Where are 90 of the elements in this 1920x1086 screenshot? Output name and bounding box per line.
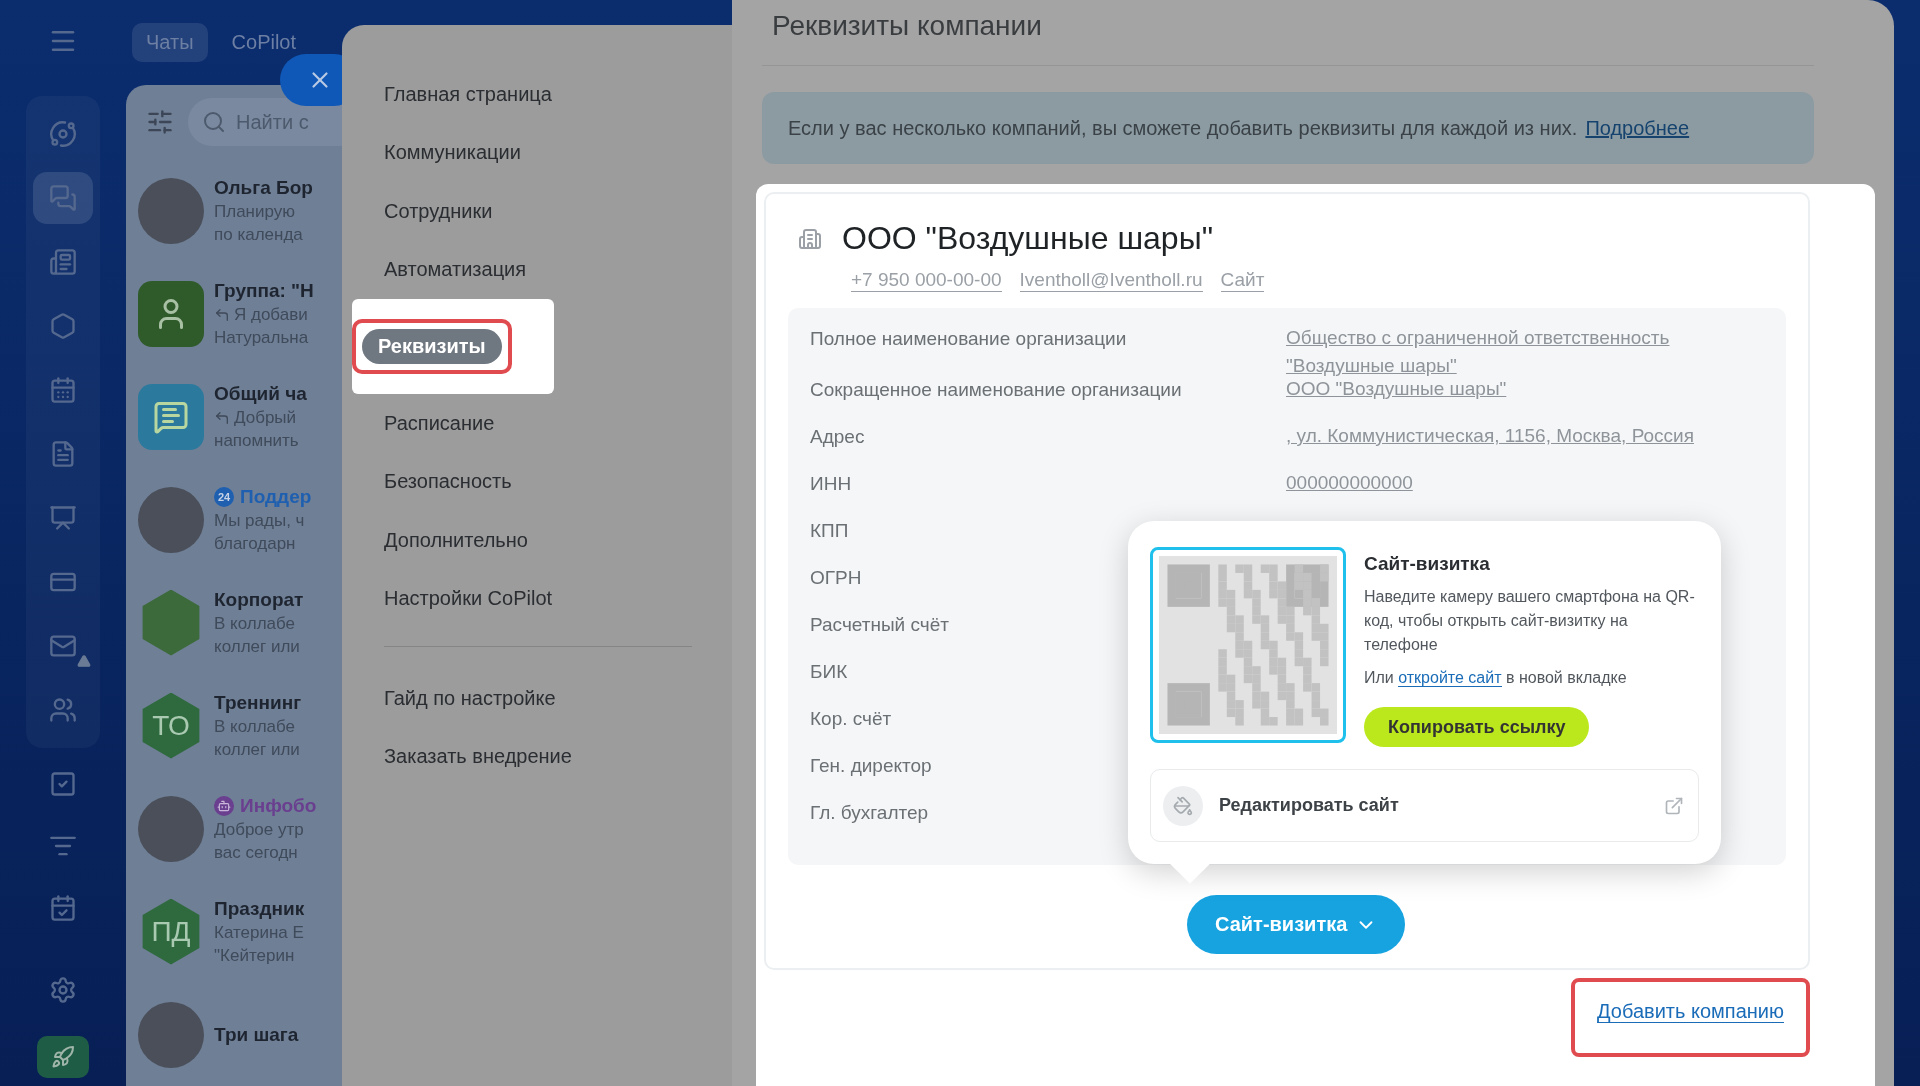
open-site-text: Или откройте сайт в новой вкладке bbox=[1364, 669, 1628, 688]
open-site-link[interactable]: откройте сайт bbox=[1398, 669, 1502, 688]
menu-item[interactable]: Расписание bbox=[342, 394, 732, 453]
chat-preview: Доброе утр bbox=[214, 819, 305, 840]
menu-item[interactable]: Реквизиты bbox=[362, 329, 502, 364]
detail-label: Гл. бухгалтер bbox=[810, 802, 929, 825]
chat-preview: Планирую bbox=[214, 201, 296, 222]
menu-item[interactable]: Сотрудники bbox=[342, 182, 732, 241]
chat-preview: В коллабе bbox=[214, 716, 297, 737]
copy-link-button[interactable]: Копировать ссылку bbox=[1364, 707, 1590, 748]
detail-value[interactable]: 000000000000 bbox=[1286, 469, 1746, 497]
detail-label: КПП bbox=[810, 520, 849, 543]
chat-name: Группа: "Н bbox=[214, 279, 314, 302]
menu-item[interactable]: Настройки CoPilot bbox=[342, 569, 732, 628]
chat-preview: Катерина Е bbox=[214, 922, 305, 943]
filter-sliders-icon[interactable] bbox=[146, 108, 174, 136]
detail-label: ОГРН bbox=[810, 567, 862, 590]
chat-preview: Добрый bbox=[214, 407, 307, 428]
chat-item[interactable]: Общий ча Добрый напомнить bbox=[126, 365, 342, 468]
chat-item[interactable]: Группа: "Н Я добави Натуральна bbox=[126, 262, 342, 365]
detail-label: Полное наименование организации bbox=[810, 328, 1127, 350]
external-link-icon[interactable] bbox=[1664, 795, 1684, 816]
detail-label: БИК bbox=[810, 661, 848, 684]
site-button[interactable]: Сайт-визитка bbox=[1187, 895, 1406, 955]
chat-preview: Натуральна bbox=[214, 327, 310, 348]
building-icon bbox=[798, 226, 822, 251]
chat-preview: "Кейтерин bbox=[214, 945, 296, 966]
chat-item[interactable]: Три шага bbox=[126, 983, 342, 1086]
rocket-button[interactable] bbox=[37, 1036, 89, 1078]
menu-item[interactable]: Безопасность bbox=[342, 452, 732, 511]
add-company-link[interactable]: Добавить компанию bbox=[1597, 1000, 1784, 1024]
chat-name: Поддер bbox=[240, 485, 312, 508]
menu-item[interactable]: Автоматизация bbox=[342, 240, 732, 299]
chat-name: Праздник bbox=[214, 897, 305, 920]
chat-preview: В коллабе bbox=[214, 613, 297, 634]
edit-site-label: Редактировать сайт bbox=[1219, 795, 1400, 817]
chat-item[interactable]: ПД Праздник Катерина Е "Кейтерин bbox=[126, 880, 342, 983]
chat-name: Три шага bbox=[214, 1023, 299, 1046]
chat-preview: коллег или bbox=[214, 739, 301, 760]
chat-item[interactable]: Корпорат В коллабе коллег или bbox=[126, 571, 342, 674]
chat-preview: вас сегодн bbox=[214, 842, 299, 863]
banner-text: Если у вас несколько компаний, вы сможете добавить реквизиты для каждой из них. Подробнее bbox=[788, 116, 1690, 140]
rocket-icon bbox=[51, 1045, 75, 1069]
menu-item[interactable]: Коммуникации bbox=[342, 123, 732, 182]
chat-preview: коллег или bbox=[214, 636, 301, 657]
reply-arrow-icon bbox=[214, 409, 230, 426]
detail-label: Адрес bbox=[810, 426, 865, 449]
chat-item[interactable]: 24 Поддер Мы рады, ч благодарн bbox=[126, 468, 342, 571]
menu-link[interactable]: Гайд по настройке bbox=[342, 669, 732, 728]
detail-label: Ген. директор bbox=[810, 755, 932, 778]
popover-text: Наведите камеру вашего смартфона на QR-код, чтобы открыть сайт-визитку на телефоне bbox=[1364, 587, 1696, 656]
detail-label: Кор. счёт bbox=[810, 708, 892, 731]
chat-item[interactable]: ТО Треннинг В коллабе коллег или bbox=[126, 674, 342, 777]
contact-link[interactable]: +7 950 000-00-00 bbox=[851, 269, 1002, 292]
menu-link[interactable]: Заказать внедрение bbox=[342, 727, 732, 786]
contact-link[interactable]: Iventholl@Iventholl.ru bbox=[1019, 269, 1203, 292]
bot-icon bbox=[214, 795, 234, 816]
chat-preview: Я добави bbox=[214, 304, 314, 325]
contact-link[interactable]: Сайт bbox=[1220, 269, 1265, 292]
company-name: ООО "Воздушные шары" bbox=[842, 220, 1213, 257]
chat-preview: напомнить bbox=[214, 430, 300, 451]
page-title: Реквизиты компании bbox=[772, 10, 1042, 42]
popover-title: Сайт-визитка bbox=[1364, 553, 1491, 576]
group-avatar bbox=[138, 280, 204, 347]
tab[interactable]: CoPilot bbox=[217, 23, 311, 62]
chat-name: Ольга Бор bbox=[214, 176, 313, 199]
chat-name: Инфобо bbox=[240, 794, 317, 817]
chat-name: Треннинг bbox=[214, 691, 302, 714]
more-link[interactable]: Подробнее bbox=[1585, 116, 1690, 139]
chat-bubbles-icon[interactable] bbox=[33, 172, 93, 224]
detail-label: ИНН bbox=[810, 473, 852, 496]
chat-name: Корпорат bbox=[214, 588, 304, 611]
detail-value[interactable]: , ул. Коммунистическая, 1156, Москва, Россия bbox=[1286, 422, 1746, 450]
edit-site-row[interactable]: Редактировать сайт bbox=[1150, 769, 1699, 843]
detail-label: Расчетный счёт bbox=[810, 614, 949, 637]
reply-arrow-icon bbox=[214, 306, 230, 323]
menu-item[interactable]: Дополнительно bbox=[342, 511, 732, 570]
detail-label: Сокращенное наименование организации bbox=[810, 379, 1182, 402]
paint-bucket-icon bbox=[1163, 785, 1203, 826]
chat-avatar bbox=[138, 383, 204, 450]
chat-item[interactable]: Инфобо Доброе утр вас сегодн bbox=[126, 777, 342, 880]
chat-preview: по календа bbox=[214, 224, 304, 245]
chat-item[interactable]: Ольга Бор Планирую по календа bbox=[126, 159, 342, 262]
search-icon bbox=[202, 110, 226, 134]
menu-item[interactable]: Главная страница bbox=[342, 65, 732, 124]
chat-preview: благодарн bbox=[214, 533, 297, 554]
count-badge: 24 bbox=[214, 486, 234, 507]
chat-name: Общий ча bbox=[214, 382, 307, 405]
chat-preview: Мы рады, ч bbox=[214, 510, 306, 531]
tab[interactable]: Чаты bbox=[132, 23, 208, 62]
